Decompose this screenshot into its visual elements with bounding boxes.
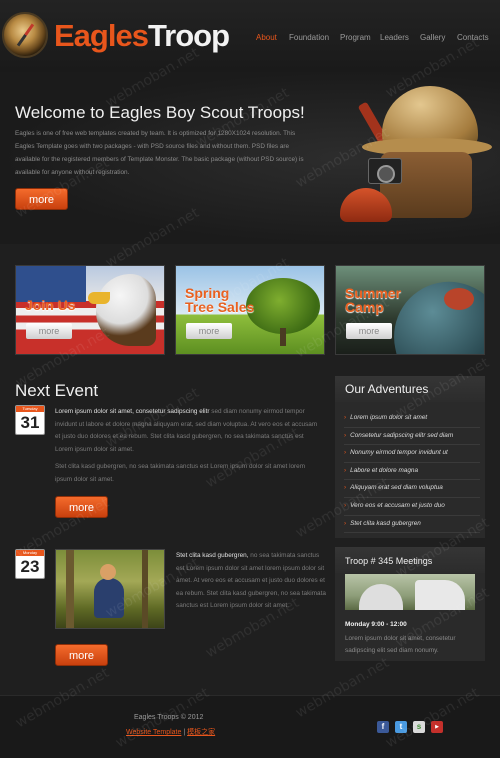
footer-separator: | bbox=[183, 729, 186, 736]
banner-spring-tree-sales[interactable]: Spring Tree Sales more bbox=[175, 265, 325, 355]
adventure-item[interactable]: Vero eos et accusam et justo duo bbox=[344, 498, 480, 516]
skype-icon[interactable]: s bbox=[413, 721, 425, 733]
calendar-day-number: 23 bbox=[20, 557, 40, 576]
banner-title-line2: Tree Sales bbox=[185, 299, 255, 315]
adventure-item[interactable]: Nonumy eirmod tempor invidunt ut bbox=[344, 445, 480, 463]
adventures-header: Our Adventures bbox=[335, 376, 485, 402]
event-lead: Lorem ipsum dolor sit amet, consetetur s… bbox=[55, 408, 210, 415]
tent-flap-image bbox=[444, 288, 474, 310]
adventures-title: Our Adventures bbox=[345, 382, 429, 396]
hero-title: Welcome to Eagles Boy Scout Troops! bbox=[15, 103, 305, 122]
footer-links: Website Template | 模板之家 bbox=[126, 727, 215, 737]
event2-lead: Stet clita kasd gubergren, bbox=[176, 552, 249, 559]
event2-more-button[interactable]: more bbox=[55, 644, 108, 666]
site-footer: Eagles Troops © 2012 Website Template | … bbox=[0, 695, 500, 758]
event2-description: Stet clita kasd gubergren, no sea takima… bbox=[176, 550, 326, 613]
next-event-title: Next Event bbox=[15, 381, 99, 400]
meetings-title: Troop # 345 Meetings bbox=[345, 556, 433, 566]
photo-boy-head bbox=[100, 564, 116, 580]
meeting-time: Monday 9:00 - 12:00 bbox=[345, 621, 407, 628]
adventure-item[interactable]: Labore et dolore magna bbox=[344, 463, 480, 481]
adventure-item[interactable]: Consetetur sadipscing elitr sed diam bbox=[344, 428, 480, 446]
banner-join-us[interactable]: Join Us more bbox=[15, 265, 165, 355]
event-description-extra: Stet clita kasd gubergren, no sea takima… bbox=[55, 463, 306, 483]
photo-tree bbox=[142, 550, 148, 628]
banner-more-button[interactable]: more bbox=[186, 323, 232, 339]
banner-title: Join Us bbox=[25, 297, 76, 313]
nav-leaders[interactable]: Leaders bbox=[380, 33, 409, 42]
adventure-item[interactable]: Lorem ipsum dolor sit amet bbox=[344, 410, 480, 428]
adventures-panel: Our Adventures Lorem ipsum dolor sit ame… bbox=[335, 376, 485, 538]
hero-more-button[interactable]: more bbox=[15, 188, 68, 210]
twitter-icon[interactable]: t bbox=[395, 721, 407, 733]
tree-image bbox=[246, 278, 320, 334]
photo-tree bbox=[66, 550, 74, 628]
calendar-date-icon: Tuesday 31 bbox=[15, 405, 45, 435]
banner-title-line1: Summer bbox=[345, 285, 402, 301]
photo-boy-body bbox=[94, 578, 124, 618]
meetings-header: Troop # 345 Meetings bbox=[335, 547, 485, 573]
hero-text: Eagles is one of free web templates crea… bbox=[15, 130, 304, 176]
meetings-panel: Troop # 345 Meetings Monday 9:00 - 12:00… bbox=[335, 547, 485, 661]
banner-more-button[interactable]: more bbox=[26, 323, 72, 339]
nav-about[interactable]: About bbox=[256, 33, 277, 42]
meeting-description: Lorem ipsum dolor sit amet, consetetur s… bbox=[345, 635, 456, 654]
eagle-beak-image bbox=[88, 292, 110, 304]
site-logo[interactable]: EaglesTroop bbox=[54, 18, 230, 54]
eagle-image bbox=[96, 274, 156, 346]
scout-boy-photo bbox=[55, 549, 165, 629]
banner-more-button[interactable]: more bbox=[346, 323, 392, 339]
photo-tent bbox=[415, 580, 465, 610]
logo-text-eagles: Eagles bbox=[54, 18, 149, 53]
banner-title-line1: Spring bbox=[185, 285, 230, 301]
calendar-day-number: 31 bbox=[20, 413, 40, 432]
adventure-item[interactable]: Stet clita kasd gubergren bbox=[344, 516, 480, 534]
youtube-icon[interactable]: ▶ bbox=[431, 721, 443, 733]
logo-text-troop: Troop bbox=[147, 18, 230, 53]
banner-title-line2: Camp bbox=[345, 299, 384, 315]
tree-trunk-image bbox=[280, 328, 286, 346]
adventure-item[interactable]: Aliquyam erat sed diam voluptua bbox=[344, 480, 480, 498]
nav-gallery[interactable]: Gallery bbox=[420, 33, 445, 42]
compass-logo-icon[interactable] bbox=[2, 12, 48, 58]
site-header: EaglesTroop About Foundation Program Lea… bbox=[0, 0, 500, 72]
copyright-text: Eagles Troops © 2012 bbox=[134, 714, 204, 721]
nav-foundation[interactable]: Foundation bbox=[289, 33, 329, 42]
website-template-link[interactable]: Website Template bbox=[126, 729, 181, 736]
camera-image bbox=[368, 158, 402, 184]
nav-contacts[interactable]: Contacts bbox=[457, 33, 489, 42]
moban-link[interactable]: 模板之家 bbox=[187, 729, 215, 736]
calendar-date-icon: Monday 23 bbox=[15, 549, 45, 579]
camp-tents-photo bbox=[345, 574, 475, 610]
event2-body: no sea takimata sanctus est Lorem ipsum … bbox=[176, 552, 326, 609]
banner-summer-camp[interactable]: Summer Camp more bbox=[335, 265, 485, 355]
nav-program[interactable]: Program bbox=[340, 33, 371, 42]
hero-section: Welcome to Eagles Boy Scout Troops! Eagl… bbox=[0, 72, 500, 244]
photo-tent bbox=[359, 584, 403, 610]
adventures-list: Lorem ipsum dolor sit amet Consetetur sa… bbox=[344, 410, 480, 534]
event1-more-button[interactable]: more bbox=[55, 496, 108, 518]
main-nav: About Foundation Program Leaders Gallery… bbox=[250, 33, 495, 47]
facebook-icon[interactable]: f bbox=[377, 721, 389, 733]
event-description: Lorem ipsum dolor sit amet, consetetur s… bbox=[55, 406, 323, 456]
